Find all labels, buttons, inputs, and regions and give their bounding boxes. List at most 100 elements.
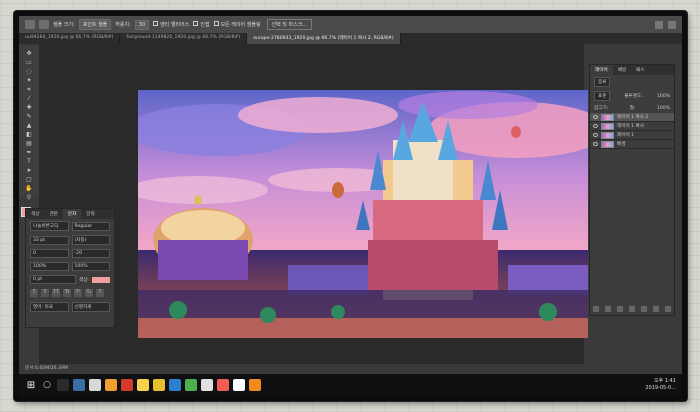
app-icon-5[interactable] xyxy=(137,379,149,391)
blend-mode-select[interactable]: 표준 xyxy=(594,91,611,101)
stamp-tool-icon[interactable]: ▲ xyxy=(22,122,36,129)
fill-input[interactable]: 100% xyxy=(657,106,670,111)
subscript-icon[interactable]: T₁ xyxy=(85,289,93,297)
underline-icon[interactable]: T xyxy=(96,289,104,297)
horizontal-scale-input[interactable]: 100% xyxy=(71,262,110,271)
app-icon-10[interactable] xyxy=(233,379,245,391)
small-caps-icon[interactable]: Tt xyxy=(63,289,71,297)
all-layers-option[interactable]: 모든 레이어 샘플링 xyxy=(213,21,261,28)
tab-channels[interactable]: 채널 xyxy=(613,65,631,75)
gradient-tool-icon[interactable]: ▤ xyxy=(22,140,36,147)
contiguous-option[interactable]: 인접 xyxy=(193,21,210,28)
faux-bold-icon[interactable]: T xyxy=(30,289,38,297)
leading-input[interactable]: (자동) xyxy=(71,235,110,245)
canvas-area[interactable] xyxy=(39,44,588,364)
refine-mask-button[interactable]: 선택 및 마스크... xyxy=(266,19,313,30)
layer-row[interactable]: 배경 xyxy=(590,140,674,149)
windows-start-icon[interactable]: ⊞ xyxy=(25,380,37,391)
faux-italic-icon[interactable]: T xyxy=(41,289,49,297)
search-icon[interactable]: ○ xyxy=(41,380,53,390)
app-icon-2[interactable] xyxy=(89,379,101,391)
lasso-tool-icon[interactable]: ◌ xyxy=(22,68,36,75)
app-icon-6[interactable] xyxy=(153,379,165,391)
superscript-icon[interactable]: T¹ xyxy=(74,289,82,297)
antialias-select[interactable]: 선명하게 xyxy=(71,302,110,312)
clock-time: 오후 1:41 xyxy=(653,378,676,384)
tab-character[interactable]: 문자 xyxy=(62,209,82,219)
tab-color[interactable]: 색상 xyxy=(26,209,44,219)
vertical-scale-input[interactable]: 100% xyxy=(30,262,69,271)
zoom-tool-icon[interactable]: ⚲ xyxy=(22,194,36,201)
visibility-eye-icon[interactable] xyxy=(593,142,598,146)
opacity-label: 불투명도: xyxy=(624,94,643,99)
task-view-icon[interactable] xyxy=(57,379,69,391)
font-style-select[interactable]: Regular xyxy=(71,221,110,231)
opacity-input[interactable]: 100% xyxy=(657,94,670,99)
shape-tool-icon[interactable]: ▢ xyxy=(22,176,36,183)
hand-tool-icon[interactable]: ✋ xyxy=(22,185,36,192)
move-tool-icon[interactable]: ✥ xyxy=(22,50,36,57)
sample-size-select[interactable]: 포인트 샘플 xyxy=(78,19,112,30)
ps-home-icon[interactable] xyxy=(25,20,35,29)
tab-paths[interactable]: 패스 xyxy=(631,65,649,75)
antialias-option[interactable]: 앤티 앨리어스 xyxy=(153,21,189,28)
checkbox-icon xyxy=(153,21,159,26)
all-caps-icon[interactable]: TT xyxy=(52,289,60,297)
tolerance-label: 허용치: xyxy=(115,22,131,28)
app-icon-3[interactable] xyxy=(105,379,117,391)
tolerance-input[interactable]: 30 xyxy=(134,19,150,30)
pen-tool-icon[interactable]: ✒ xyxy=(22,149,36,156)
visibility-eye-icon[interactable] xyxy=(593,133,598,137)
path-select-icon[interactable]: ➤ xyxy=(22,167,36,174)
search-icon[interactable] xyxy=(655,20,663,29)
magic-wand-icon[interactable]: ✦ xyxy=(22,77,36,84)
visibility-eye-icon[interactable] xyxy=(593,115,598,119)
language-select[interactable]: 영어: 미국 xyxy=(30,302,69,312)
layer-filter-select[interactable]: 종류 xyxy=(594,77,611,87)
workspace-icon[interactable] xyxy=(668,20,676,29)
tab-paragraph[interactable]: 단락 xyxy=(81,209,99,219)
app-icon-8[interactable] xyxy=(201,379,213,391)
tab-layers[interactable]: 레이어 xyxy=(590,65,613,75)
eraser-tool-icon[interactable]: ◧ xyxy=(22,131,36,138)
healing-brush-icon[interactable]: ✚ xyxy=(22,104,36,111)
chrome-icon[interactable] xyxy=(185,379,197,391)
app-icon-4[interactable] xyxy=(121,379,133,391)
brush-tool-icon[interactable]: ✎ xyxy=(22,113,36,120)
new-layer-icon[interactable] xyxy=(653,306,659,312)
app-icon-7[interactable] xyxy=(169,379,181,391)
eyedropper-icon[interactable]: ⁄ xyxy=(22,95,36,102)
tab-swatches[interactable]: 견본 xyxy=(44,209,62,219)
app-icon-11[interactable] xyxy=(249,379,261,391)
text-color-swatch[interactable] xyxy=(92,276,110,283)
layer-thumbnail xyxy=(601,122,614,130)
group-icon[interactable] xyxy=(641,306,647,312)
type-tool-icon[interactable]: T xyxy=(22,158,36,165)
font-family-select[interactable]: 나눔바른고딕 xyxy=(30,221,69,231)
adjustment-layer-icon[interactable] xyxy=(629,306,635,312)
crop-tool-icon[interactable]: ⌗ xyxy=(22,86,36,93)
layer-style-icon[interactable] xyxy=(605,306,611,312)
app-icon-1[interactable] xyxy=(73,379,85,391)
system-clock[interactable]: 오후 1:41 2019-05-0... xyxy=(645,378,676,392)
doc-tab-2[interactable]: fairground-1149826_1920.jpg @ 66.7% (RGB… xyxy=(120,33,248,44)
layer-thumbnail xyxy=(601,131,614,139)
font-size-input[interactable]: 33 pt xyxy=(30,235,69,245)
layer-row[interactable]: 레이어 1 복사 2 xyxy=(590,113,674,122)
link-layers-icon[interactable] xyxy=(593,306,599,312)
doc-tab-1[interactable]: uu94264_1920.jpg @ 66.7% (RGB/8#) xyxy=(19,33,121,44)
layer-row[interactable]: 레이어 1 복사 xyxy=(590,122,674,131)
layer-mask-icon[interactable] xyxy=(617,306,623,312)
visibility-eye-icon[interactable] xyxy=(593,124,598,128)
layer-row[interactable]: 레이어 1 xyxy=(590,131,674,140)
baseline-shift-input[interactable]: 0 pt xyxy=(30,275,76,284)
marquee-tool-icon[interactable]: ▭ xyxy=(22,59,36,66)
doc-tab-3[interactable]: europe-2780933_1920.jpg @ 66.7% (레이어 1 복… xyxy=(247,33,401,44)
trash-icon[interactable] xyxy=(665,306,671,312)
tracking-input[interactable]: -20 xyxy=(71,249,110,258)
kerning-input[interactable]: 0 xyxy=(30,249,69,258)
magic-wand-tool-icon[interactable] xyxy=(39,20,49,29)
layers-panel: 레이어 채널 패스 종류 표준 불투명도: 100% 잠그기: 칠: 100% … xyxy=(589,64,675,316)
color-label: 색상: xyxy=(78,277,89,283)
app-icon-9[interactable] xyxy=(217,379,229,391)
